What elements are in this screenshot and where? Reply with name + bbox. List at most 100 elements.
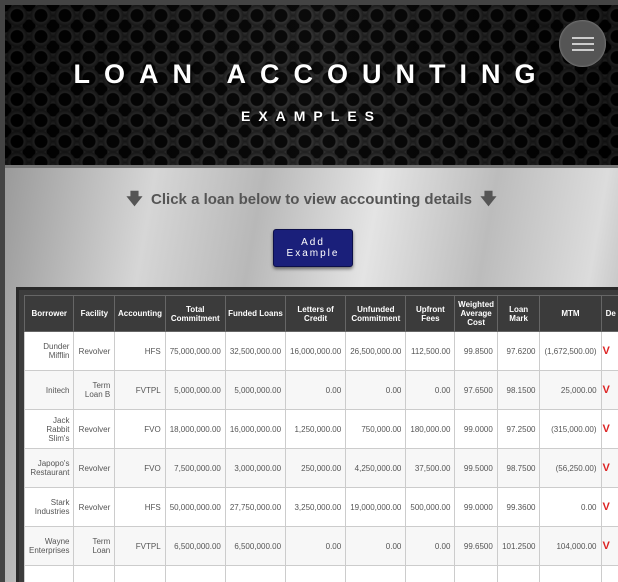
column-header[interactable]: Total Commitment	[164, 295, 226, 332]
table-row[interactable]: Stark Industries Revolver HFS 50,000,000.00…	[23, 487, 618, 527]
table-cell	[114, 565, 166, 582]
table-cell: 97.6200	[496, 331, 541, 371]
table-cell: 99.3600	[496, 487, 541, 527]
table-row[interactable]: Dunder Mifflin Revolver HFS 75,000,000.00 32…	[23, 331, 618, 371]
table-cell: Initech	[23, 370, 75, 410]
column-header[interactable]: MTM	[539, 295, 602, 332]
table-cell	[345, 565, 407, 582]
table-row[interactable]: Japopo's Restaurant Revolver FVO 7,500,000.…	[23, 448, 618, 488]
detail-flag-cell: V	[600, 370, 618, 410]
table-cell: 250,000.00	[285, 448, 347, 488]
table-cell: 99.0000	[454, 487, 498, 527]
table-cell: 6,500,000.00	[164, 526, 226, 566]
table-cell: 1,250,000.00	[285, 409, 347, 449]
table-cell: 97.2500	[496, 409, 541, 449]
table-cell: 99.8500	[454, 331, 498, 371]
table-cell: Revolver	[73, 331, 116, 371]
table-cell: 750,000.00	[345, 409, 407, 449]
column-header[interactable]: Facility	[73, 295, 116, 332]
page-subtitle: EXAMPLES	[240, 108, 382, 124]
table-row[interactable]: Jack Rabbit Slim's Revolver FVO 18,000,000.…	[23, 409, 618, 449]
hamburger-icon	[572, 37, 594, 39]
table-cell: Dunder Mifflin	[23, 331, 75, 371]
table-cell: 0.00	[345, 370, 407, 410]
arrow-down-icon: 🡇	[126, 191, 143, 208]
main-content: 🡇 Click a loan below to view accounting …	[5, 168, 618, 582]
table-cell: (1,672,500.00)	[539, 331, 602, 371]
hamburger-menu-button[interactable]	[559, 20, 606, 67]
table-cell: 3,000,000.00	[224, 448, 287, 488]
table-cell: 27,750,000.00	[224, 487, 287, 527]
table-cell: Jack Rabbit Slim's	[23, 409, 75, 449]
table-cell: Wayne Enterprises	[23, 526, 75, 566]
table-cell: Stark Industries	[23, 487, 75, 527]
table-cell: 4,250,000.00	[345, 448, 407, 488]
add-example-label-line1: Add	[301, 237, 325, 248]
table-cell	[285, 565, 347, 582]
arrow-down-icon: 🡇	[480, 191, 497, 208]
column-header[interactable]: Letters of Credit	[285, 295, 347, 332]
table-cell: 99.5000	[454, 448, 498, 488]
table-cell: 18,000,000.00	[164, 409, 226, 449]
table-row[interactable]: Wonka	[23, 565, 618, 582]
column-header[interactable]: De	[600, 295, 618, 332]
detail-flag-cell: V	[600, 526, 618, 566]
detail-flag-cell: V	[600, 448, 618, 488]
table-cell	[73, 565, 116, 582]
table-cell: 0.00	[405, 526, 456, 566]
app-frame: LOAN ACCOUNTING EXAMPLES 🡇 Click a loan …	[5, 5, 618, 582]
table-cell: 25,000.00	[539, 370, 602, 410]
table-cell: 5,000,000.00	[224, 370, 287, 410]
table-cell: 99.0000	[454, 409, 498, 449]
table-cell: 0.00	[345, 526, 407, 566]
column-header[interactable]: Upfront Fees	[405, 295, 456, 332]
table-cell: 19,000,000.00	[345, 487, 407, 527]
detail-flag-cell: V	[600, 409, 618, 449]
table-cell	[539, 565, 602, 582]
table-cell: 75,000,000.00	[164, 331, 226, 371]
table-cell: Japopo's Restaurant	[23, 448, 75, 488]
column-header[interactable]: Weighted Average Cost	[454, 295, 498, 332]
table-cell: 112,500.00	[405, 331, 456, 371]
table-row[interactable]: Wayne Enterprises Term Loan FVTPL 6,500,000…	[23, 526, 618, 566]
table-cell: 0.00	[539, 487, 602, 527]
table-cell: Term Loan	[73, 526, 116, 566]
table-cell: 16,000,000.00	[285, 331, 347, 371]
detail-flag-cell: V	[600, 331, 618, 371]
table-cell: FVTPL	[114, 526, 166, 566]
column-header[interactable]: Accounting	[114, 295, 166, 332]
table-cell: 50,000,000.00	[164, 487, 226, 527]
table-cell	[405, 565, 456, 582]
hamburger-icon-bar	[572, 49, 594, 51]
table-cell: 98.1500	[496, 370, 541, 410]
table-cell: FVO	[114, 448, 166, 488]
table-cell: FVTPL	[114, 370, 166, 410]
table-cell: 7,500,000.00	[164, 448, 226, 488]
table-cell: HFS	[114, 331, 166, 371]
table-cell: 3,250,000.00	[285, 487, 347, 527]
table-cell	[454, 565, 498, 582]
table-cell: Term Loan B	[73, 370, 116, 410]
loans-table-container[interactable]: Borrower Facility Accounting Total Commitme…	[16, 287, 618, 582]
table-cell: (56,250.00)	[539, 448, 602, 488]
table-cell: 104,000.00	[539, 526, 602, 566]
table-cell: 0.00	[405, 370, 456, 410]
table-cell: 5,000,000.00	[164, 370, 226, 410]
hamburger-icon-bar	[572, 43, 594, 45]
table-cell: 180,000.00	[405, 409, 456, 449]
column-header[interactable]: Funded Loans	[224, 295, 287, 332]
table-cell: 32,500,000.00	[224, 331, 287, 371]
column-header[interactable]: Loan Mark	[496, 295, 541, 332]
table-cell: 37,500.00	[405, 448, 456, 488]
page-title: LOAN ACCOUNTING	[73, 59, 550, 89]
add-example-button[interactable]: Add Example	[273, 229, 353, 267]
table-cell: HFS	[114, 487, 166, 527]
add-example-label-line2: Example	[286, 248, 340, 259]
table-cell: (315,000.00)	[539, 409, 602, 449]
table-row[interactable]: Initech Term Loan B FVTPL 5,000,000.00 5,000…	[23, 370, 618, 410]
table-cell: Revolver	[73, 448, 116, 488]
table-cell: 0.00	[285, 370, 347, 410]
column-header[interactable]: Borrower	[23, 295, 75, 332]
column-header[interactable]: Unfunded Commitment	[345, 295, 407, 332]
table-cell: 16,000,000.00	[224, 409, 287, 449]
